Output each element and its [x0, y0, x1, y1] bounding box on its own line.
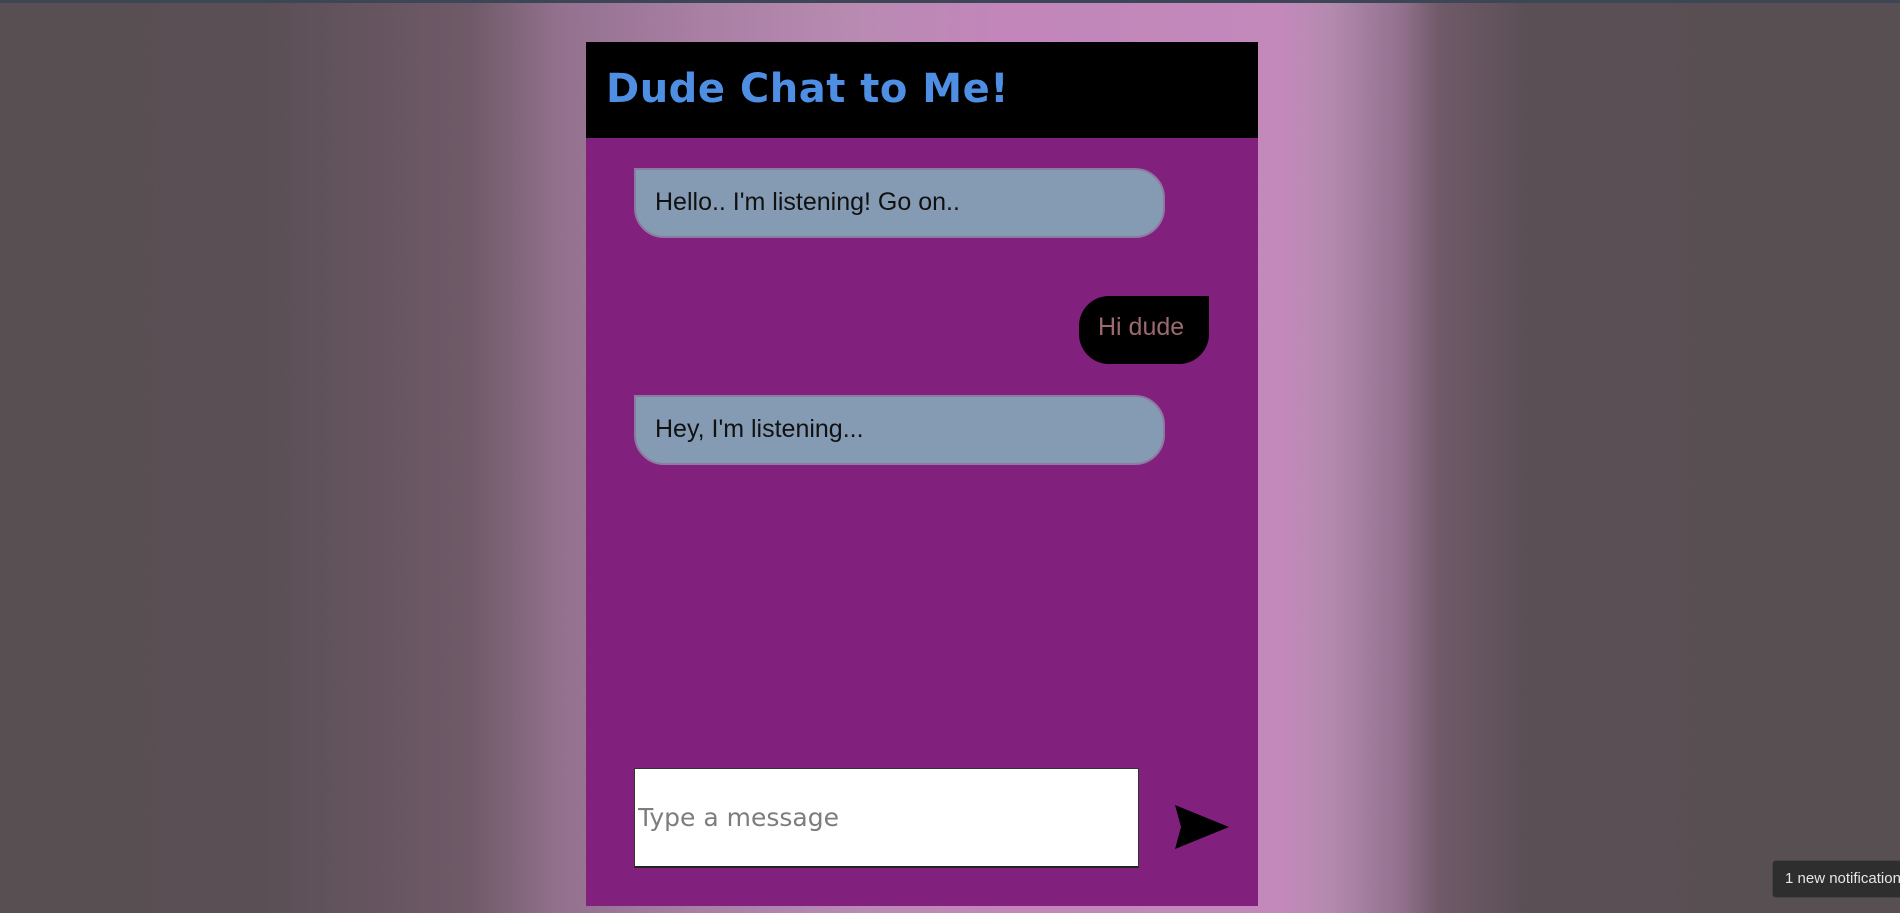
app-title: Dude Chat to Me!: [606, 66, 1009, 112]
send-arrow-icon: [1175, 804, 1229, 849]
chat-header: Dude Chat to Me!: [586, 42, 1258, 138]
bot-message: Hey, I'm listening...: [634, 395, 1165, 465]
send-button[interactable]: [1172, 803, 1232, 853]
chat-window: Dude Chat to Me! Hello.. I'm listening! …: [586, 42, 1258, 906]
window-top-border: [0, 0, 1900, 3]
message-input[interactable]: [634, 768, 1139, 868]
user-message: Hi dude: [1079, 296, 1209, 364]
bot-message: Hello.. I'm listening! Go on..: [634, 168, 1165, 238]
notification-toast[interactable]: 1 new notification: [1772, 860, 1900, 898]
